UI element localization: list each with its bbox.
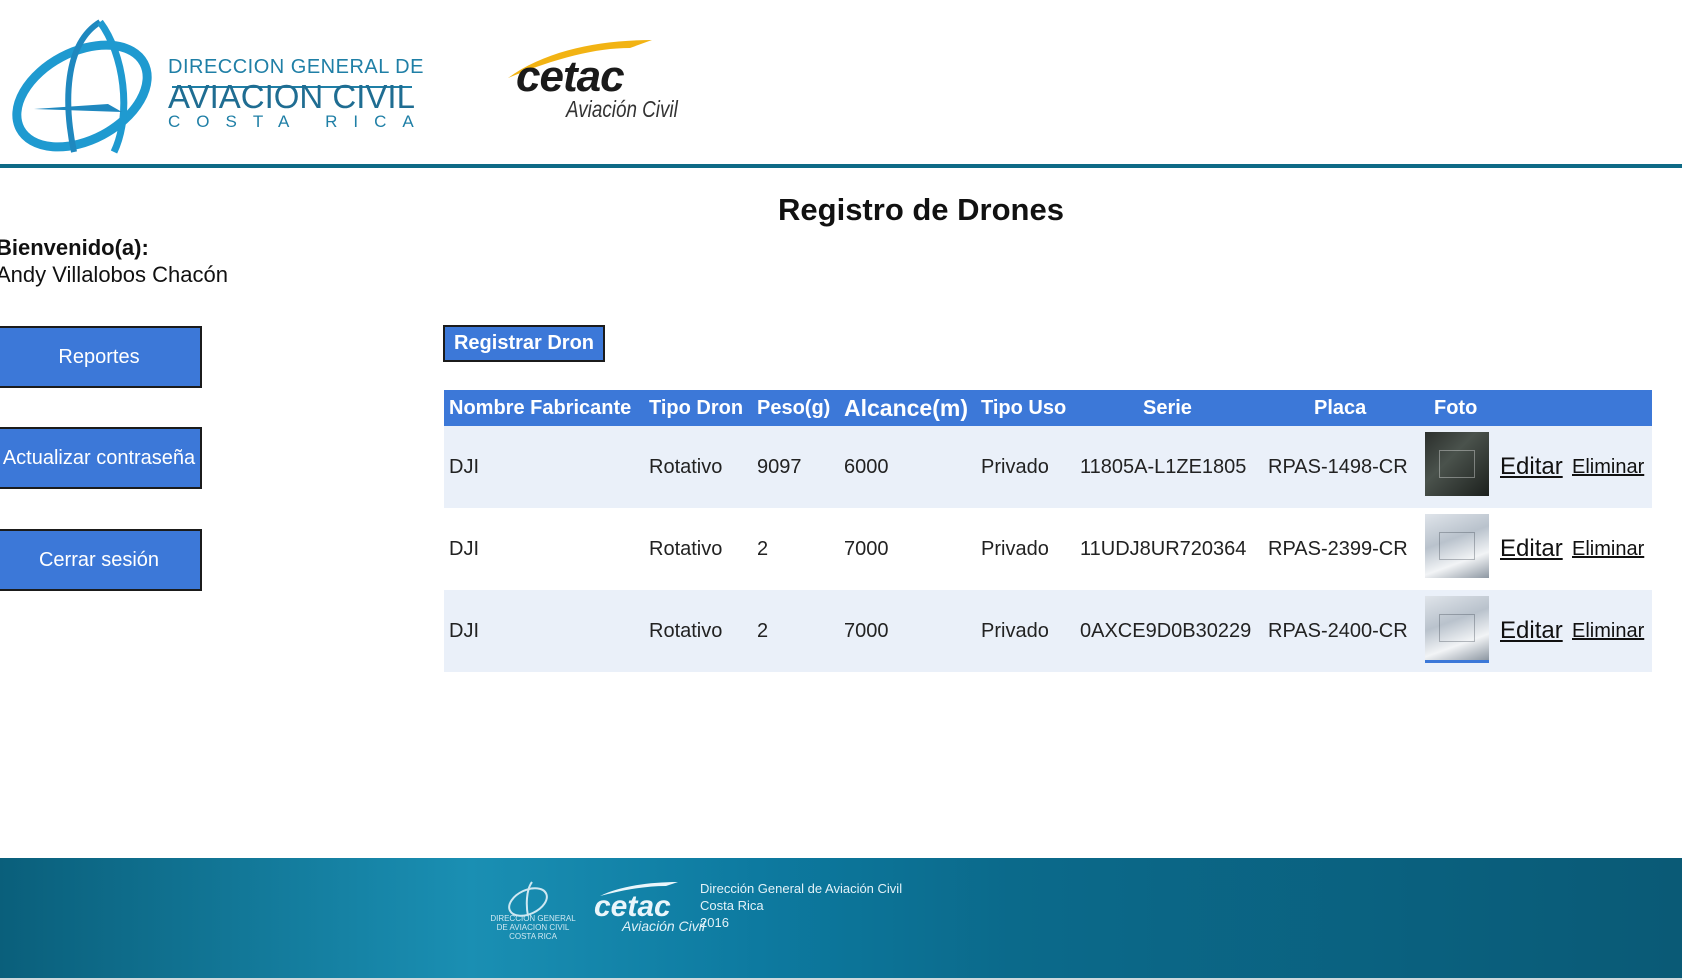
welcome-user-name: Andy Villalobos Chacón	[0, 262, 228, 287]
column-header-serie: Serie	[1143, 397, 1192, 419]
editar-link[interactable]: Editar	[1500, 508, 1563, 590]
eliminar-link[interactable]: Eliminar	[1572, 590, 1644, 672]
cell-peso: 9097	[757, 456, 802, 478]
cell-serie: 0AXCE9D0B30229	[1080, 620, 1252, 642]
cell-tipo-dron: Rotativo	[649, 538, 723, 560]
footer-line-1: Dirección General de Aviación Civil	[700, 881, 903, 896]
eliminar-link[interactable]: Eliminar	[1572, 508, 1644, 590]
cell-placa: RPAS-2400-CR	[1268, 620, 1408, 642]
dgac-logo-line2: AVIACION CIVIL	[168, 78, 415, 115]
cell-fabricante: DJI	[449, 538, 479, 560]
column-header-placa: Placa	[1314, 397, 1367, 419]
cell-tipo-uso: Privado	[981, 620, 1049, 642]
registrar-dron-button[interactable]: Registrar Dron	[443, 325, 605, 362]
cell-tipo-dron: Rotativo	[649, 620, 723, 642]
table-row: DJI Rotativo 2 7000 Privado 0AXCE9D0B302…	[444, 590, 1652, 672]
footer-dgac-text: DIRECCION GENERAL DE AVIACION CIVIL COST…	[490, 914, 576, 941]
reportes-button[interactable]: Reportes	[0, 326, 202, 388]
welcome-label: Bienvenido(a):	[0, 235, 149, 260]
cell-fabricante: DJI	[449, 456, 479, 478]
cell-serie: 11UDJ8UR720364	[1080, 538, 1247, 560]
cerrar-sesion-button[interactable]: Cerrar sesión	[0, 529, 202, 591]
table-row: DJI Rotativo 9097 6000 Privado 11805A-L1…	[444, 426, 1652, 508]
cell-peso: 2	[757, 538, 769, 560]
cell-serie: 11805A-L1ZE1805	[1080, 456, 1247, 478]
column-header-fabricante: Nombre Fabricante	[449, 397, 632, 419]
cetac-logo-word: cetac	[516, 52, 625, 101]
footer-cetac-subtitle: Aviación Civil	[622, 918, 705, 934]
column-header-tipo-uso: Tipo Uso	[981, 397, 1067, 419]
drone-photo-thumbnail[interactable]	[1425, 596, 1489, 663]
editar-link[interactable]: Editar	[1500, 590, 1563, 672]
site-header: DIRECCION GENERAL DE AVIACION CIVIL COST…	[0, 0, 1682, 166]
drone-photo-thumbnail[interactable]	[1425, 432, 1489, 496]
footer-info-text: Dirección General de Aviación Civil Cost…	[700, 880, 902, 931]
dgac-logo-line3: COSTA RICA	[168, 112, 430, 131]
cell-tipo-uso: Privado	[981, 538, 1049, 560]
cell-peso: 2	[757, 620, 769, 642]
column-header-peso: Peso(g)	[757, 397, 831, 419]
column-header-alcance: Alcance(m)	[844, 395, 968, 421]
footer-line-2: Costa Rica	[700, 898, 764, 913]
footer-line-3: 2016	[700, 915, 729, 930]
cell-tipo-uso: Privado	[981, 456, 1049, 478]
column-header-tipo-dron: Tipo Dron	[649, 397, 744, 419]
actualizar-contrasena-button[interactable]: Actualizar contraseña	[0, 427, 202, 489]
editar-link[interactable]: Editar	[1500, 426, 1563, 508]
table-row: DJI Rotativo 2 7000 Privado 11UDJ8UR7203…	[444, 508, 1652, 590]
cell-fabricante: DJI	[449, 620, 479, 642]
eliminar-link[interactable]: Eliminar	[1572, 426, 1644, 508]
cell-alcance: 7000	[844, 538, 889, 560]
cell-alcance: 6000	[844, 456, 889, 478]
header-divider	[0, 164, 1682, 168]
page-title: Registro de Drones	[778, 192, 1064, 227]
cetac-logo-subtitle: Aviación Civil	[566, 96, 678, 122]
cell-alcance: 7000	[844, 620, 889, 642]
cell-tipo-dron: Rotativo	[649, 456, 723, 478]
table-header-row: Nombre Fabricante Tipo Dron Peso(g) Alca…	[444, 390, 1652, 426]
cell-placa: RPAS-2399-CR	[1268, 538, 1408, 560]
drone-photo-thumbnail[interactable]	[1425, 514, 1489, 578]
drone-table: Nombre Fabricante Tipo Dron Peso(g) Alca…	[444, 390, 1652, 672]
dgac-logo-line1: DIRECCION GENERAL DE	[168, 56, 424, 78]
column-header-foto: Foto	[1434, 397, 1478, 419]
cell-placa: RPAS-1498-CR	[1268, 456, 1408, 478]
